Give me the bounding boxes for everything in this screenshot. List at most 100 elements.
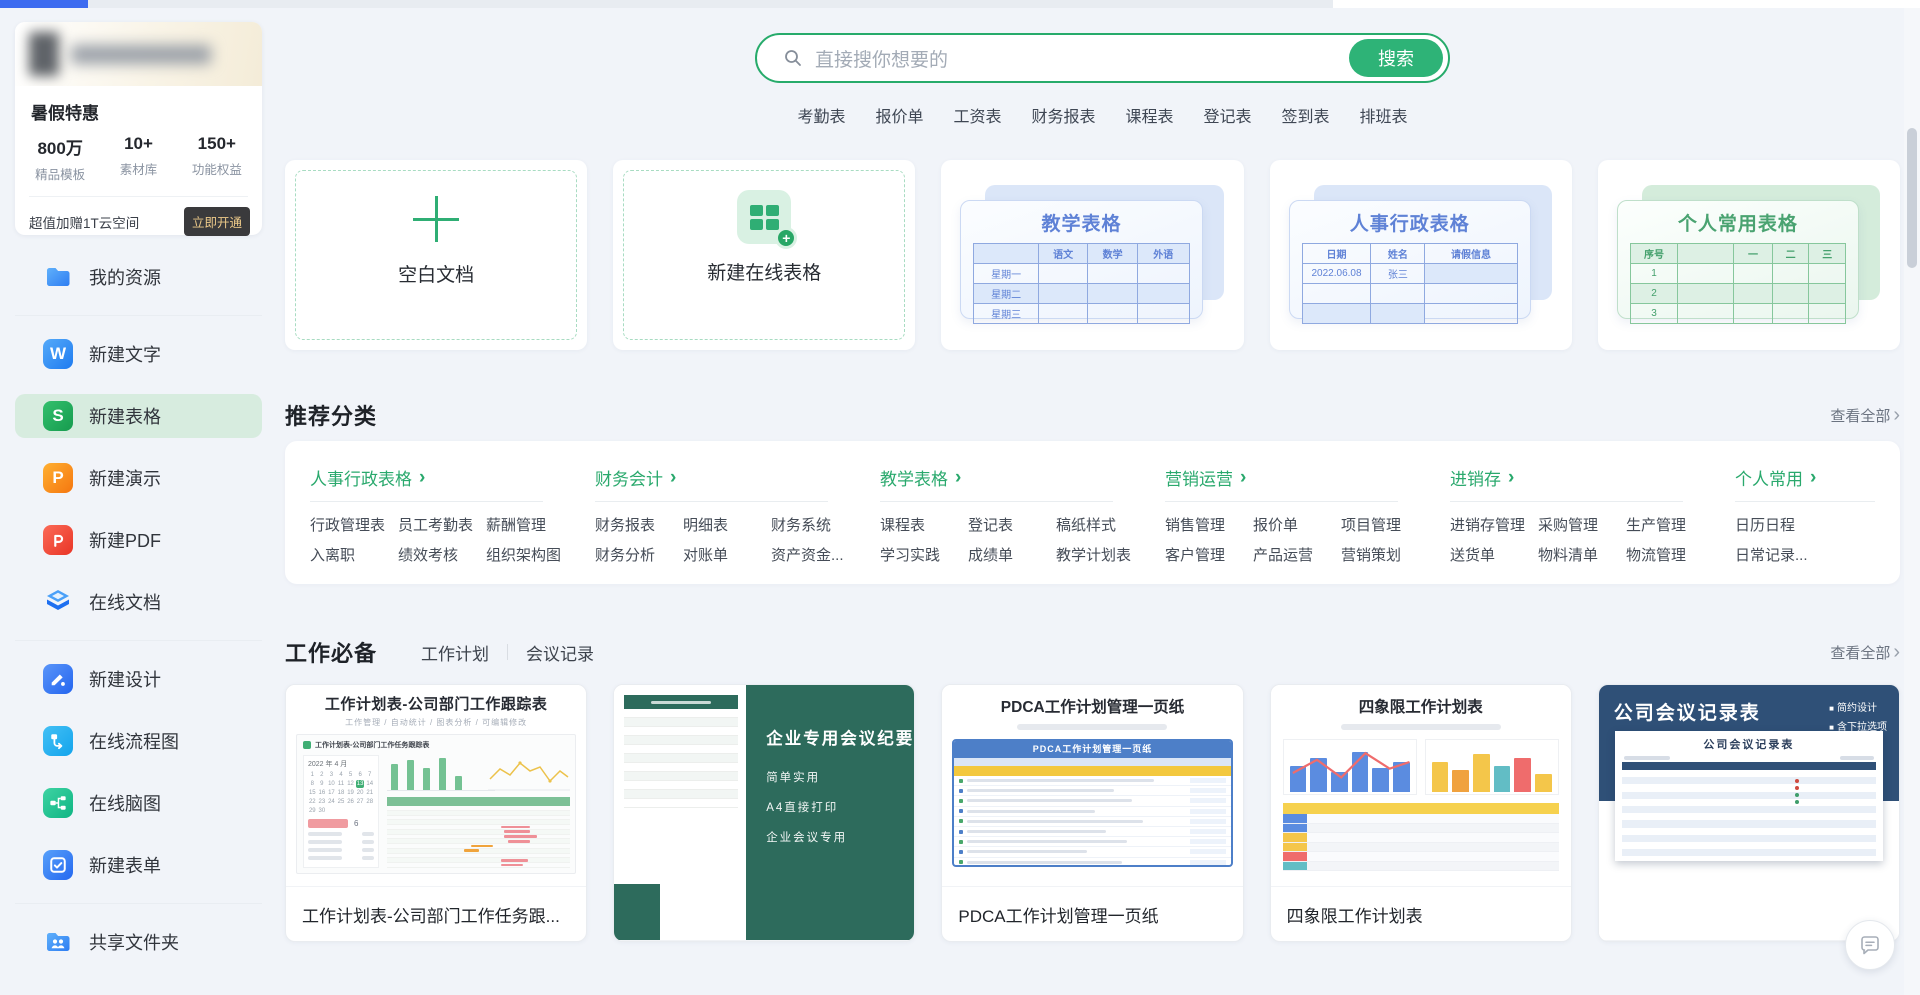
sidebar-item-new-slides[interactable]: P新建演示 [15,456,262,500]
template-card-teaching[interactable]: 教学表格语文数学外语星期一星期二星期三 [941,160,1243,350]
category-item[interactable]: 绩效考核 [398,544,486,565]
preview-cell [1678,304,1734,324]
category-item[interactable]: 学习实践 [880,544,968,565]
new-pdf-icon [43,525,73,555]
category-header[interactable]: 财务会计› [595,465,880,490]
activate-now-button[interactable]: 立即开通 [184,207,250,236]
preview-title: 人事行政表格 [1302,209,1518,236]
search-tag[interactable]: 考勤表 [797,103,845,127]
work-card-plan-tracker[interactable]: 工作计划表-公司部门工作跟踪表 工作管理 / 自动统计 / 图表分析 / 可编辑… [285,684,587,942]
category-item[interactable]: 送货单 [1450,544,1538,565]
category-item[interactable]: 行政管理表 [310,514,398,535]
blank-doc-card[interactable]: 空白文档 [285,160,587,350]
category-item[interactable]: 物流管理 [1626,544,1735,565]
table-title-bar: PDCA工作计划管理一页纸 [954,741,1230,758]
preview-cell [1809,264,1846,284]
search-tag[interactable]: 工资表 [953,103,1001,127]
search-tag[interactable]: 排班表 [1360,103,1408,127]
category-item[interactable]: 报价单 [1253,514,1341,535]
feature-item: 简单实用 [766,769,914,785]
view-all-work[interactable]: 查看全部 › [1830,642,1900,663]
category-name: 教学表格 [880,465,948,490]
category-item[interactable]: 采购管理 [1538,514,1626,535]
search-tag[interactable]: 财务报表 [1031,103,1095,127]
category-item[interactable]: 入离职 [310,544,398,565]
view-all-recommend[interactable]: 查看全部 › [1830,405,1900,426]
category-item[interactable]: 财务系统 [771,514,880,535]
template-card-personal[interactable]: 个人常用表格序号一二三123 [1598,160,1900,350]
template-card-hr[interactable]: 人事行政表格日期姓名请假信息2022.06.08张三 [1270,160,1572,350]
calendar-button [308,819,348,828]
search-tag[interactable]: 登记表 [1204,103,1252,127]
search-tag[interactable]: 课程表 [1126,103,1174,127]
tab-meeting-notes[interactable]: 会议记录 [526,640,594,665]
work-card-simple-meeting[interactable]: 公司会议记录表 ■简约设计■含下拉选项 公司会议记录表 简约公司会议记录表 [1598,684,1900,942]
category-header[interactable]: 人事行政表格› [310,465,595,490]
mini-table: PDCA工作计划管理一页纸 [952,739,1232,867]
category-item[interactable]: 课程表 [880,514,968,535]
category-item[interactable]: 销售管理 [1165,514,1253,535]
category-item[interactable]: 日常记录... [1735,544,1900,565]
category-item[interactable]: 财务分析 [595,544,683,565]
category-header[interactable]: 个人常用› [1735,465,1900,490]
category-item[interactable]: 项目管理 [1341,514,1450,535]
category-item[interactable]: 登记表 [968,514,1056,535]
sidebar-divider [15,903,262,904]
category-item[interactable]: 薪酬管理 [486,514,595,535]
sidebar-item-shared-folder[interactable]: 共享文件夹 [15,920,262,964]
stat-label: 素材库 [99,159,177,178]
category-item[interactable]: 教学计划表 [1056,544,1165,565]
work-card-pdca[interactable]: PDCA工作计划管理一页纸 PDCA工作计划管理一页纸 PDCA工作计划管理一页… [941,684,1243,942]
category-item[interactable]: 进销存管理 [1450,514,1538,535]
category-item[interactable]: 日历日程 [1735,514,1900,535]
preview-cell [1772,284,1809,304]
search-tag[interactable]: 签到表 [1282,103,1330,127]
category-item[interactable]: 对账单 [683,544,771,565]
sidebar-item-my-resources[interactable]: 我的资源 [15,255,262,299]
scrollbar-thumb[interactable] [1907,128,1917,268]
sidebar-item-new-sheet[interactable]: S新建表格 [15,394,262,438]
user-card[interactable] [15,22,262,86]
sidebar-item-new-form[interactable]: 新建表单 [15,843,262,887]
sidebar-item-mindmap[interactable]: 在线脑图 [15,781,262,825]
sidebar-item-new-design[interactable]: 新建设计 [15,657,262,701]
category-item[interactable]: 成绩单 [968,544,1056,565]
sidebar-item-new-doc[interactable]: W新建文字 [15,332,262,376]
table-header-band [1283,803,1559,814]
category-header[interactable]: 进销存› [1450,465,1735,490]
template-title: 企业专用会议记录表 [614,940,914,941]
category-item[interactable]: 明细表 [683,514,771,535]
category-items: 日历日程日常记录... [1735,514,1900,565]
chat-button[interactable] [1845,920,1895,970]
search-bar[interactable]: 直接搜你想要的 搜索 [755,33,1450,83]
category-item[interactable]: 营销策划 [1341,544,1450,565]
category-item[interactable]: 物料清单 [1538,544,1626,565]
category-item[interactable]: 组织架构图 [486,544,595,565]
category-item[interactable]: 员工考勤表 [398,514,486,535]
preview-cell [1425,264,1518,284]
mini-table [1283,803,1559,871]
sidebar-item-flowchart[interactable]: 在线流程图 [15,719,262,763]
sidebar-item-label: 在线流程图 [89,728,179,754]
work-card-quadrant[interactable]: 四象限工作计划表 四象限工作计划表 [1270,684,1572,942]
fine-print-placeholder [1341,724,1501,730]
preview-cell [1302,304,1371,324]
category-header[interactable]: 营销运营› [1165,465,1450,490]
tab-work-plan[interactable]: 工作计划 [421,640,489,665]
category-item[interactable]: 稿纸样式 [1056,514,1165,535]
category-item[interactable]: 财务报表 [595,514,683,535]
category-item[interactable]: 产品运营 [1253,544,1341,565]
category-item[interactable]: 生产管理 [1626,514,1735,535]
scrollbar[interactable] [1904,8,1920,995]
category-item[interactable]: 客户管理 [1165,544,1253,565]
category-header[interactable]: 教学表格› [880,465,1165,490]
category-item[interactable]: 资产资金... [771,544,880,565]
work-card-enterprise-meeting[interactable]: 企业专用会议纪要 简单实用A4直接打印企业会议专用 企业专用会议记录表 [613,684,915,942]
new-online-sheet-card[interactable]: + 新建在线表格 [613,160,915,350]
search-tag[interactable]: 报价单 [875,103,923,127]
section-title-recommend: 推荐分类 [285,399,377,431]
sidebar-item-new-pdf[interactable]: 新建PDF [15,518,262,562]
search-button[interactable]: 搜索 [1349,39,1443,77]
sidebar-item-online-doc[interactable]: 在线文档 [15,580,262,624]
preview-cell: 姓名 [1371,244,1425,264]
